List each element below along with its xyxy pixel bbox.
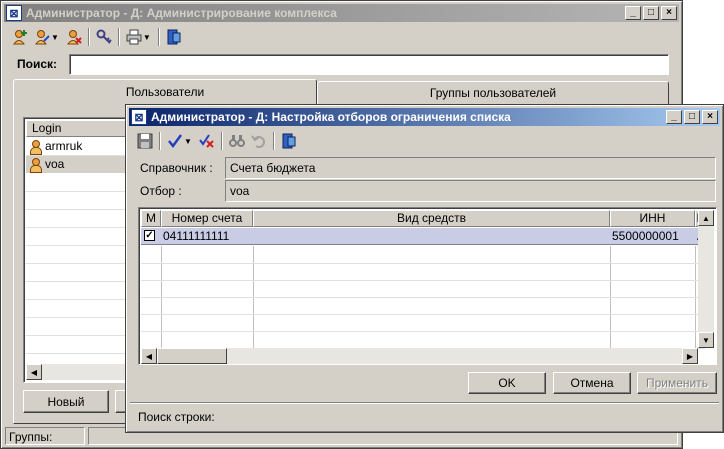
row-checkbox[interactable]: ✓ bbox=[144, 230, 155, 241]
filter-field: voa bbox=[225, 180, 716, 202]
reference-field: Счета бюджета bbox=[225, 157, 716, 179]
status-groups-panel: Группы: bbox=[5, 427, 85, 445]
list-item[interactable]: armruk bbox=[26, 138, 132, 155]
main-title-bar[interactable]: ⊠ Администратор - Д: Администрирование к… bbox=[4, 4, 679, 22]
column-header-mark[interactable]: М bbox=[141, 210, 161, 227]
tab-user-groups-label: Группы пользователей bbox=[429, 86, 557, 100]
filter-label: Отбор : bbox=[140, 184, 182, 198]
column-header-account[interactable]: Номер счета bbox=[161, 210, 253, 227]
user-list-header[interactable]: Login bbox=[26, 120, 132, 137]
key-icon[interactable] bbox=[93, 27, 115, 47]
dialog-title-bar[interactable]: ⊠ Администратор - Д: Настройка отборов о… bbox=[129, 108, 720, 126]
check-icon[interactable] bbox=[164, 131, 186, 151]
dialog-status-bar: Поиск строки: bbox=[130, 402, 719, 428]
app-icon: ⊠ bbox=[131, 109, 147, 125]
vertical-scrollbar[interactable] bbox=[698, 210, 714, 348]
ok-button[interactable]: OK bbox=[468, 372, 546, 394]
tab-users[interactable]: Пользователи bbox=[13, 79, 317, 105]
toolbar-separator bbox=[157, 28, 160, 46]
new-button[interactable]: Новый bbox=[23, 390, 109, 413]
scroll-left-button[interactable]: ◀ bbox=[141, 348, 157, 364]
user-icon bbox=[28, 139, 42, 155]
exit-icon[interactable] bbox=[163, 27, 185, 47]
close-button[interactable]: × bbox=[661, 6, 677, 20]
filter-grid[interactable]: М Номер счета Вид средств ИНН К ✓ 041111… bbox=[138, 207, 717, 365]
reference-value: Счета бюджета bbox=[230, 161, 316, 175]
tab-user-groups[interactable]: Группы пользователей bbox=[317, 81, 669, 105]
row-search-label: Поиск строки: bbox=[138, 410, 215, 424]
search-label: Поиск: bbox=[17, 57, 58, 71]
dialog-title: Администратор - Д: Настройка отборов огр… bbox=[151, 110, 511, 124]
toolbar-separator bbox=[272, 132, 275, 150]
tab-users-label: Пользователи bbox=[125, 85, 205, 99]
chevron-down-icon[interactable]: ▼ bbox=[143, 33, 151, 42]
chevron-down-icon[interactable]: ▼ bbox=[51, 33, 59, 42]
toolbar-separator bbox=[117, 28, 120, 46]
column-header-fund-type[interactable]: Вид средств bbox=[253, 210, 610, 227]
user-icon bbox=[28, 157, 42, 173]
minimize-button[interactable]: _ bbox=[666, 110, 682, 124]
toolbar-separator bbox=[220, 132, 223, 150]
search-input[interactable] bbox=[69, 54, 669, 75]
chevron-down-icon[interactable]: ▼ bbox=[184, 137, 192, 146]
cancel-button[interactable]: Отмена bbox=[553, 372, 631, 394]
scroll-up-button[interactable]: ▲ bbox=[698, 210, 714, 226]
close-button[interactable]: × bbox=[702, 110, 718, 124]
row-inn: 5500000001 bbox=[612, 229, 679, 243]
scroll-right-button[interactable]: ▶ bbox=[682, 348, 698, 364]
checkmark-icon: ✓ bbox=[144, 230, 155, 241]
delete-user-icon[interactable] bbox=[63, 27, 85, 47]
edit-user-icon[interactable] bbox=[31, 27, 53, 47]
maximize-button[interactable]: □ bbox=[684, 110, 700, 124]
filter-value: voa bbox=[230, 184, 250, 198]
uncheck-icon[interactable] bbox=[196, 131, 218, 151]
print-icon[interactable] bbox=[123, 27, 145, 47]
main-toolbar: ▼ ▼ bbox=[9, 27, 185, 47]
scroll-left-button[interactable]: ◀ bbox=[26, 364, 42, 380]
table-row[interactable]: ✓ 04111111111 5500000001 A bbox=[141, 228, 705, 245]
dialog-toolbar: ▼ bbox=[134, 131, 300, 151]
add-user-icon[interactable] bbox=[9, 27, 31, 47]
filter-dialog: ⊠ Администратор - Д: Настройка отборов о… bbox=[125, 104, 724, 433]
apply-button[interactable]: Применить bbox=[637, 372, 717, 394]
toolbar-separator bbox=[159, 132, 161, 150]
scroll-down-button[interactable]: ▼ bbox=[698, 332, 714, 348]
user-list[interactable]: Login armruk voa ◀ bbox=[23, 117, 133, 383]
exit-icon[interactable] bbox=[278, 131, 300, 151]
save-icon[interactable] bbox=[134, 131, 156, 151]
app-icon: ⊠ bbox=[6, 5, 22, 21]
status-groups-label: Группы: bbox=[9, 430, 53, 444]
list-item[interactable]: voa bbox=[26, 156, 132, 173]
horizontal-scroll-thumb[interactable] bbox=[157, 348, 227, 364]
column-header-inn[interactable]: ИНН bbox=[610, 210, 695, 227]
minimize-button[interactable]: _ bbox=[625, 6, 641, 20]
maximize-button[interactable]: □ bbox=[643, 6, 659, 20]
reference-label: Справочник : bbox=[140, 161, 213, 175]
main-window-title: Администратор - Д: Администрирование ком… bbox=[26, 6, 337, 20]
find-icon[interactable] bbox=[226, 131, 248, 151]
undo-icon[interactable] bbox=[248, 131, 270, 151]
toolbar-separator bbox=[87, 28, 90, 46]
row-account: 04111111111 bbox=[163, 229, 230, 243]
